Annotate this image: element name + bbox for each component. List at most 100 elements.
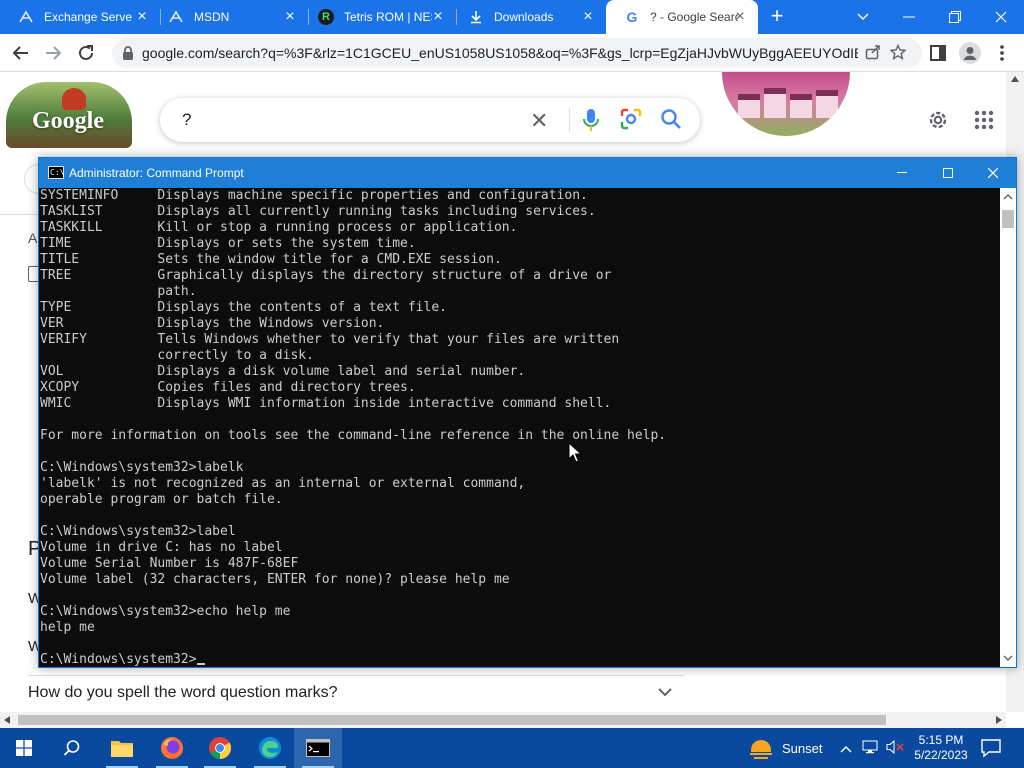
console-prompt: C:\Windows\system32>: [40, 652, 197, 667]
microphone-icon[interactable]: [582, 108, 600, 132]
cmd-app-icon[interactable]: C:\: [48, 166, 64, 179]
back-button[interactable]: [9, 41, 33, 65]
cmd-console-output[interactable]: SYSTEMINFO Displays machine specific pro…: [39, 188, 999, 667]
close-window-icon[interactable]: [978, 0, 1024, 34]
file-explorer-button[interactable]: [98, 728, 146, 768]
system-clock[interactable]: 5:15 PM 5/22/2023: [910, 733, 972, 763]
doodle-figure: [62, 88, 86, 110]
search-box[interactable]: ? ✕: [160, 98, 700, 142]
command-prompt-window[interactable]: C:\ Administrator: Command Prompt SYSTEM…: [38, 157, 1017, 668]
console-line: operable program or batch file.: [40, 492, 283, 507]
volume-muted-icon[interactable]: [886, 739, 906, 757]
firefox-button[interactable]: [148, 728, 196, 768]
scroll-down-arrow-icon[interactable]: [1002, 652, 1014, 664]
console-line: VERIFY Tells Windows whether to verify t…: [40, 332, 620, 347]
scroll-up-arrow-icon[interactable]: [1002, 191, 1014, 203]
r-icon: R: [318, 9, 334, 25]
console-line: VOL Displays a disk volume label and ser…: [40, 364, 526, 379]
cmd-vertical-scrollbar[interactable]: [1000, 188, 1016, 667]
scrollbar-thumb[interactable]: [18, 715, 886, 725]
close-icon[interactable]: ×: [282, 9, 298, 25]
download-icon: [468, 9, 484, 25]
edge-button[interactable]: [246, 728, 294, 768]
question-text: How do you spell the word question marks…: [28, 684, 338, 701]
new-tab-button[interactable]: +: [766, 5, 788, 28]
address-bar[interactable]: google.com/search?q=%3F&rlz=1C1GCEU_enUS…: [112, 38, 922, 68]
clear-icon[interactable]: ✕: [530, 108, 548, 134]
forward-button[interactable]: [41, 41, 65, 65]
chrome-button[interactable]: [196, 728, 244, 768]
console-line: help me: [40, 620, 95, 635]
lock-icon[interactable]: [121, 45, 135, 61]
close-icon[interactable]: [970, 158, 1016, 188]
firefox-icon: [161, 737, 183, 759]
page-horizontal-scrollbar[interactable]: [0, 712, 1006, 728]
network-icon[interactable]: [862, 740, 880, 757]
reload-button[interactable]: [74, 41, 98, 65]
console-line: XCOPY Copies files and directory trees.: [40, 380, 416, 395]
divider: [0, 214, 38, 215]
chevron-up-icon[interactable]: [840, 740, 852, 756]
console-line: VER Displays the Windows version.: [40, 316, 385, 331]
maximize-icon[interactable]: [925, 158, 971, 188]
google-lens-icon[interactable]: [620, 108, 642, 130]
doodle-house: [816, 90, 838, 118]
restore-icon[interactable]: [932, 0, 978, 34]
console-line: correctly to a disk.: [40, 348, 314, 363]
chevron-down-icon[interactable]: [658, 684, 672, 700]
tab-downloads[interactable]: Downloads ×: [450, 0, 606, 34]
minimize-icon[interactable]: [886, 0, 932, 34]
console-line: Volume label (32 characters, ENTER for n…: [40, 572, 510, 587]
edge-icon: [259, 737, 281, 759]
tab-msdn[interactable]: MSDN ×: [150, 0, 308, 34]
console-line: C:\Windows\system32>echo help me: [40, 604, 291, 619]
tab-title: ? - Google Search: [650, 10, 738, 24]
doodle-image[interactable]: [722, 72, 850, 136]
minimize-icon[interactable]: [879, 158, 925, 188]
command-prompt-taskbar-button[interactable]: [294, 728, 342, 768]
search-icon[interactable]: [660, 108, 682, 130]
close-icon[interactable]: ×: [580, 9, 596, 25]
clock-time: 5:15 PM: [918, 733, 964, 747]
mode-icon: [18, 9, 34, 25]
people-also-ask-item[interactable]: How do you spell the word question marks…: [28, 684, 684, 706]
doodle-house: [790, 94, 812, 118]
cmd-title-bar[interactable]: C:\ Administrator: Command Prompt: [39, 158, 1016, 188]
search-input[interactable]: ?: [182, 110, 191, 130]
console-prompt-line[interactable]: C:\Windows\system32>: [40, 652, 999, 667]
tab-title: MSDN: [194, 10, 230, 24]
divider: [28, 675, 684, 676]
bookmark-star-icon[interactable]: [889, 43, 907, 62]
browser-toolbar: google.com/search?q=%3F&rlz=1C1GCEU_enUS…: [0, 34, 1024, 72]
kebab-menu-icon[interactable]: [990, 41, 1014, 65]
side-panel-icon[interactable]: [926, 41, 950, 65]
profile-avatar[interactable]: [958, 41, 982, 65]
weather-label[interactable]: Sunset: [782, 741, 822, 756]
close-icon[interactable]: ×: [134, 9, 150, 25]
console-text: SYSTEMINFO Displays machine specific pro…: [40, 188, 999, 667]
close-icon[interactable]: ×: [430, 9, 446, 25]
taskbar-search-button[interactable]: [48, 728, 96, 768]
sunset-weather-icon[interactable]: [748, 736, 774, 760]
share-icon[interactable]: [864, 44, 882, 62]
apps-grid-icon[interactable]: [974, 110, 994, 130]
close-icon[interactable]: ×: [732, 9, 748, 25]
console-line: SYSTEMINFO Displays machine specific pro…: [40, 188, 588, 203]
url-text[interactable]: google.com/search?q=%3F&rlz=1C1GCEU_enUS…: [142, 45, 858, 61]
scrollbar-thumb[interactable]: [1002, 210, 1014, 228]
start-button[interactable]: [0, 728, 48, 768]
console-line: For more information on tools see the co…: [40, 428, 667, 443]
chrome-icon: [209, 737, 231, 759]
tab-google-search[interactable]: G ? - Google Search ×: [606, 0, 758, 34]
tab-tetris-rom[interactable]: R Tetris ROM | NES ×: [300, 0, 456, 34]
text-cursor: [196, 663, 205, 665]
console-line: Volume in drive C: has no label: [40, 540, 283, 555]
results-count-fragment: A: [28, 230, 38, 246]
notification-icon[interactable]: [980, 738, 1002, 758]
tab-exchange-server[interactable]: Exchange Server ×: [0, 0, 160, 34]
gear-icon[interactable]: [926, 108, 950, 132]
google-doodle-logo[interactable]: Google: [6, 82, 132, 148]
mode-icon: [168, 9, 184, 25]
tab-search-icon[interactable]: [840, 0, 886, 34]
